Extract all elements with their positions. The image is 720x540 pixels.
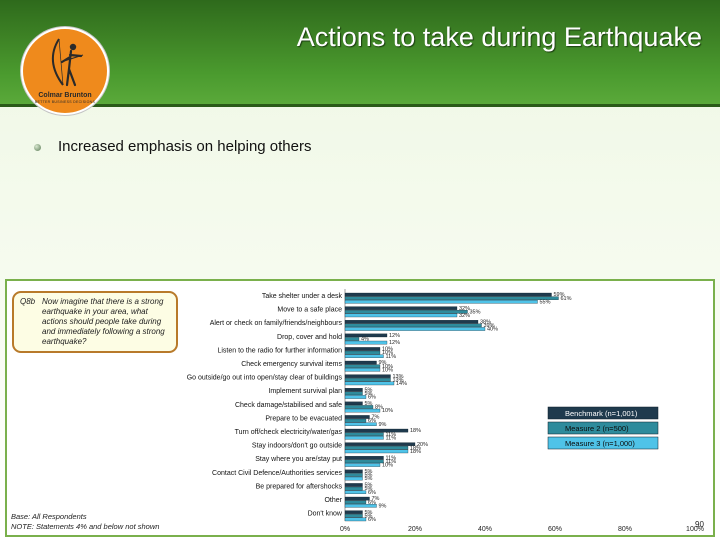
page-number: 90 — [695, 520, 704, 529]
question-text: Now imagine that there is a strong earth… — [42, 297, 165, 346]
logo-tagline: BETTER BUSINESS DECISIONS — [34, 100, 96, 104]
chart-panel: Q8b Now imagine that there is a strong e… — [5, 279, 715, 537]
question-code: Q8b — [20, 297, 36, 306]
logo-name: Colmar Brunton — [38, 92, 92, 99]
base-note: Base: All Respondents — [11, 512, 87, 521]
company-logo: Colmar Brunton BETTER BUSINESS DECISIONS — [21, 27, 109, 115]
bullet-text: Increased emphasis on helping others — [58, 138, 312, 155]
statement-note: NOTE: Statements 4% and below not shown — [11, 522, 160, 531]
question-box: Q8b Now imagine that there is a strong e… — [12, 291, 178, 353]
slide: Actions to take during Earthquake Colmar… — [0, 0, 720, 540]
bullet-icon — [34, 144, 41, 151]
footnotes: Base: All Respondents NOTE: Statements 4… — [11, 512, 159, 532]
slide-title: Actions to take during Earthquake — [296, 22, 702, 52]
header-divider — [0, 104, 720, 107]
